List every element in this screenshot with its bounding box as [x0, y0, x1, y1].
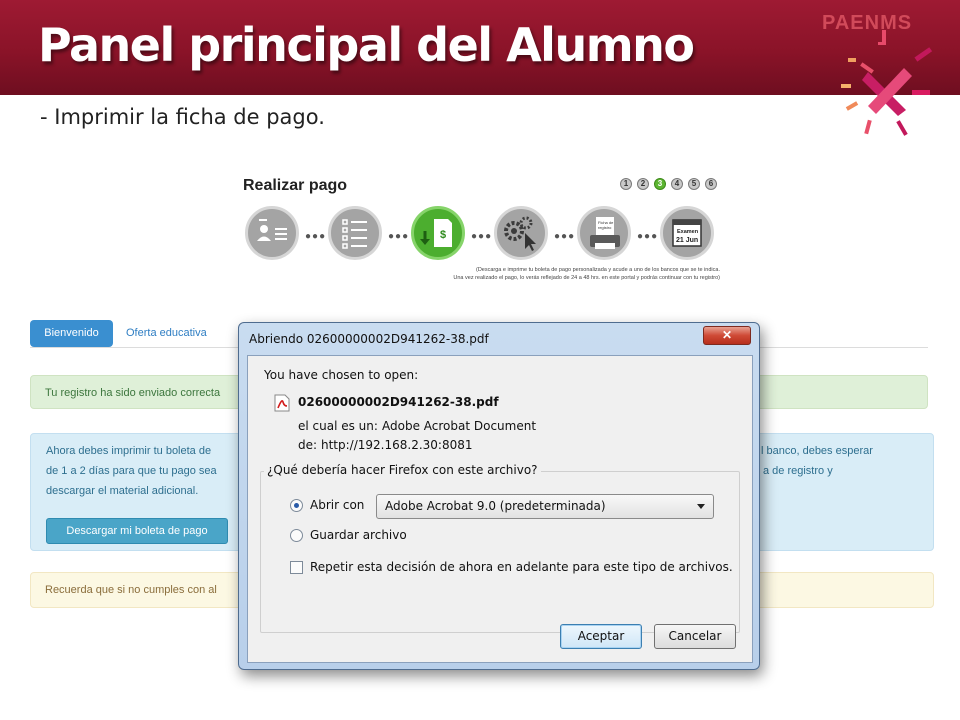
from-label: de:	[298, 438, 318, 452]
info-line: a de registro y	[763, 465, 833, 477]
step-connector: ●●●	[637, 231, 659, 242]
application-select[interactable]: Adobe Acrobat 9.0 (predeterminada)	[376, 494, 714, 519]
step-connector: ●●●	[305, 231, 327, 242]
chevron-down-icon	[697, 504, 705, 509]
open-with-radio[interactable]	[290, 499, 303, 512]
step-note: (Descarga e imprime tu boleta de pago pe…	[420, 266, 720, 282]
subtitle: - Imprimir la ficha de pago.	[40, 105, 325, 129]
svg-text:$: $	[440, 229, 446, 241]
repeat-decision-label[interactable]: Repetir esta decisión de ahora en adelan…	[310, 560, 733, 574]
step-number: 5	[688, 178, 700, 190]
steps-title: Realizar pago	[243, 177, 348, 194]
checklist-icon	[328, 206, 382, 260]
info-line: descargar el material adicional.	[46, 485, 199, 497]
info-line: Ahora debes imprimir tu boleta de	[46, 445, 212, 457]
step-number: 2	[637, 178, 649, 190]
dialog-body: You have chosen to open: 02600000002D941…	[247, 355, 753, 663]
calendar-exam-icon: Examen 21 Jun	[660, 206, 714, 260]
chosen-label: You have chosen to open:	[264, 368, 419, 382]
open-with-label[interactable]: Abrir con	[310, 498, 364, 512]
registration-form-printer-icon: Ficha de registro	[577, 206, 631, 260]
open-file-dialog: Abriendo 02600000002D941262-38.pdf ✕ You…	[238, 322, 760, 670]
step-connector: ●●●	[388, 231, 410, 242]
step-indicator: 1 2 3 4 5 6	[620, 178, 717, 190]
close-button[interactable]: ✕	[703, 326, 751, 345]
user-list-icon	[245, 206, 299, 260]
gears-cursor-icon	[494, 206, 548, 260]
money-download-icon: $	[411, 206, 465, 260]
accept-button[interactable]: Aceptar	[560, 624, 642, 649]
tab-bienvenido[interactable]: Bienvenido	[30, 320, 113, 347]
svg-text:21 Jun: 21 Jun	[676, 237, 698, 244]
slide-title: Panel principal del Alumno	[38, 18, 695, 72]
application-select-value: Adobe Acrobat 9.0 (predeterminada)	[385, 499, 606, 513]
info-line: de 1 a 2 días para que tu pago sea	[46, 465, 217, 477]
download-payment-button[interactable]: Descargar mi boleta de pago	[46, 518, 228, 544]
save-file-label[interactable]: Guardar archivo	[310, 528, 407, 542]
step-note-line: (Descarga e imprime tu boleta de pago pe…	[476, 267, 720, 273]
file-name: 02600000002D941262-38.pdf	[298, 395, 499, 409]
from-value: http://192.168.2.30:8081	[321, 438, 473, 452]
tab-oferta-educativa[interactable]: Oferta educativa	[126, 327, 207, 339]
action-question: ¿Qué debería hacer Firefox con este arch…	[264, 463, 541, 477]
svg-text:Examen: Examen	[677, 229, 699, 235]
pdf-file-icon	[274, 394, 290, 412]
svg-text:registro: registro	[598, 225, 612, 230]
type-label: el cual es un:	[298, 419, 378, 433]
step-number: 4	[671, 178, 683, 190]
step-note-line: Una vez realizado el pago, lo verás refl…	[453, 275, 720, 281]
dialog-title: Abriendo 02600000002D941262-38.pdf	[249, 332, 489, 346]
repeat-decision-checkbox[interactable]	[290, 561, 303, 574]
success-alert-text: Tu registro ha sido enviado correcta	[45, 387, 221, 399]
info-line: l banco, debes esperar	[761, 445, 873, 457]
type-value: Adobe Acrobat Document	[382, 419, 537, 433]
brand-logo-icon	[841, 30, 933, 136]
warning-alert-text: Recuerda que si no cumples con al	[45, 584, 217, 596]
step-number: 1	[620, 178, 632, 190]
save-file-radio[interactable]	[290, 529, 303, 542]
step-connector: ●●●	[471, 231, 493, 242]
step-number: 6	[705, 178, 717, 190]
step-number-active: 3	[654, 178, 666, 190]
cancel-button[interactable]: Cancelar	[654, 624, 736, 649]
step-connector: ●●●	[554, 231, 576, 242]
